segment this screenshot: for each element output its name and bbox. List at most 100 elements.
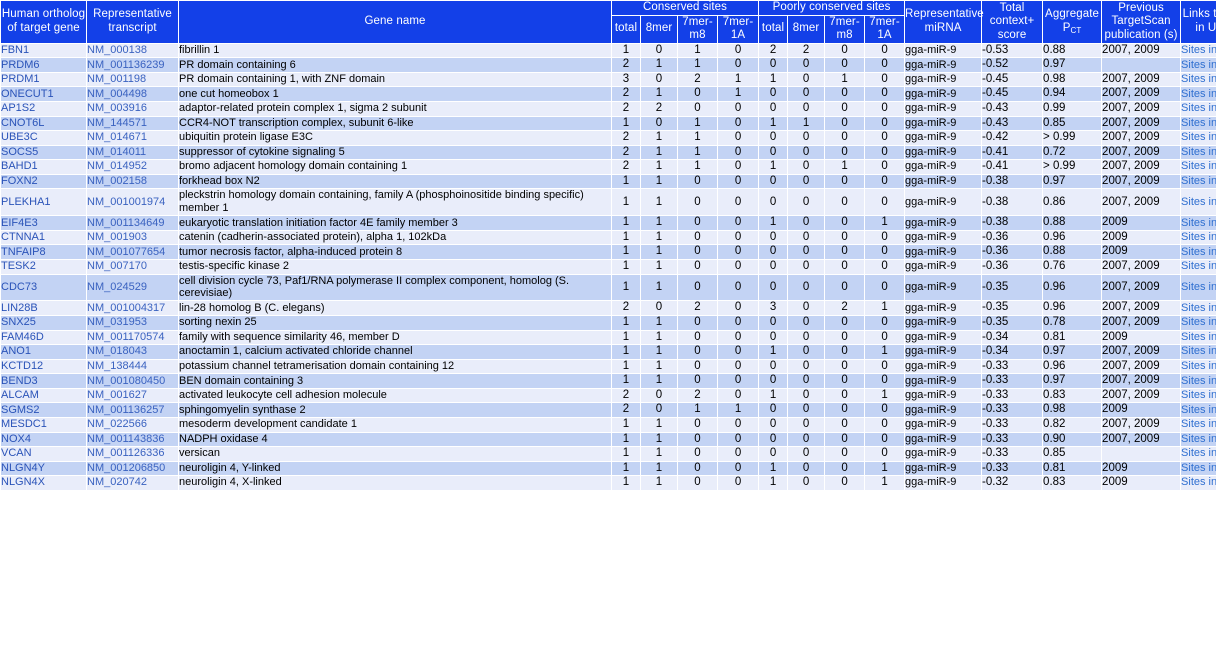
gene-symbol-label[interactable]: SOCS5 xyxy=(2,146,39,158)
transcript-accession-link[interactable]: NM_014952 xyxy=(86,159,179,175)
col-aggregate-pct[interactable]: Aggregate PCT xyxy=(1042,0,1103,44)
gene-symbol-label[interactable]: FAM46D xyxy=(2,331,44,343)
sites-in-utr-link[interactable]: Sites in UTR xyxy=(1180,115,1216,132)
sites-in-utr-label[interactable]: Sites in UTR xyxy=(1181,316,1216,328)
gene-symbol-link[interactable]: LIN28B xyxy=(0,300,87,316)
transcript-accession-label[interactable]: NM_001134649 xyxy=(88,217,165,229)
transcript-accession-link[interactable]: NM_144571 xyxy=(86,115,179,132)
sites-in-utr-label[interactable]: Sites in UTR xyxy=(1181,175,1216,187)
transcript-accession-label[interactable]: NM_001077654 xyxy=(88,246,166,258)
sites-in-utr-link[interactable]: Sites in UTR xyxy=(1180,244,1216,260)
sites-in-utr-link[interactable]: Sites in UTR xyxy=(1180,159,1216,175)
sites-in-utr-label[interactable]: Sites in UTR xyxy=(1181,231,1216,243)
gene-symbol-link[interactable]: FAM46D xyxy=(0,329,87,346)
col-human-ortholog[interactable]: Human ortholog of target gene xyxy=(0,0,87,44)
sites-in-utr-label[interactable]: Sites in UTR xyxy=(1181,281,1216,293)
gene-symbol-label[interactable]: CNOT6L xyxy=(2,117,45,129)
transcript-accession-label[interactable]: NM_001627 xyxy=(88,389,147,401)
col-representative-transcript[interactable]: Representative transcript xyxy=(86,0,179,44)
gene-symbol-link[interactable]: CTNNA1 xyxy=(0,229,87,246)
gene-symbol-link[interactable]: UBE3C xyxy=(0,130,87,146)
transcript-accession-link[interactable]: NM_024529 xyxy=(86,273,179,302)
gene-symbol-label[interactable]: TNFAIP8 xyxy=(2,246,46,258)
sites-in-utr-link[interactable]: Sites in UTR xyxy=(1180,446,1216,462)
transcript-accession-label[interactable]: NM_014011 xyxy=(88,146,147,158)
transcript-accession-label[interactable]: NM_007170 xyxy=(88,260,147,272)
gene-symbol-label[interactable]: PLEKHA1 xyxy=(2,196,51,208)
gene-symbol-link[interactable]: TESK2 xyxy=(0,258,87,275)
sites-in-utr-label[interactable]: Sites in UTR xyxy=(1181,196,1216,208)
gene-symbol-label[interactable]: CDC73 xyxy=(2,281,38,293)
transcript-accession-link[interactable]: NM_001198 xyxy=(86,71,179,88)
transcript-accession-link[interactable]: NM_001206850 xyxy=(86,460,179,477)
sites-in-utr-link[interactable]: Sites in UTR xyxy=(1180,188,1216,217)
sites-in-utr-link[interactable]: Sites in UTR xyxy=(1180,475,1216,491)
transcript-accession-label[interactable]: NM_022566 xyxy=(88,418,147,430)
transcript-accession-link[interactable]: NM_001001974 xyxy=(86,188,179,217)
gene-symbol-link[interactable]: SOCS5 xyxy=(0,144,87,161)
transcript-accession-link[interactable]: NM_002158 xyxy=(86,173,179,190)
gene-symbol-label[interactable]: SNX25 xyxy=(2,316,36,328)
sites-in-utr-link[interactable]: Sites in UTR xyxy=(1180,460,1216,477)
gene-symbol-link[interactable]: CNOT6L xyxy=(0,115,87,132)
col-previous-publication[interactable]: Previous TargetScan publication (s) xyxy=(1101,0,1182,44)
transcript-accession-link[interactable]: NM_001077654 xyxy=(86,244,179,260)
sites-in-utr-label[interactable]: Sites in UTR xyxy=(1181,389,1216,401)
transcript-accession-link[interactable]: NM_138444 xyxy=(86,358,179,375)
col-gene-name[interactable]: Gene name xyxy=(178,0,612,44)
sites-in-utr-link[interactable]: Sites in UTR xyxy=(1180,329,1216,346)
transcript-accession-link[interactable]: NM_007170 xyxy=(86,258,179,275)
gene-symbol-label[interactable]: MESDC1 xyxy=(2,418,47,430)
col-poorly-conserved-7mer-1a[interactable]: 7mer-1A xyxy=(864,14,906,44)
transcript-accession-label[interactable]: NM_001136239 xyxy=(88,59,165,71)
col-poorly-conserved-8mer[interactable]: 8mer xyxy=(787,14,826,44)
sites-in-utr-link[interactable]: Sites in UTR xyxy=(1180,229,1216,246)
transcript-accession-label[interactable]: NM_001126336 xyxy=(88,448,165,460)
sites-in-utr-link[interactable]: Sites in UTR xyxy=(1180,86,1216,102)
sites-in-utr-label[interactable]: Sites in UTR xyxy=(1181,260,1216,272)
sites-in-utr-link[interactable]: Sites in UTR xyxy=(1180,71,1216,88)
sites-in-utr-link[interactable]: Sites in UTR xyxy=(1180,358,1216,375)
col-total-context-score[interactable]: Total context+ score xyxy=(981,0,1044,44)
sites-in-utr-label[interactable]: Sites in UTR xyxy=(1181,88,1216,100)
sites-in-utr-link[interactable]: Sites in UTR xyxy=(1180,373,1216,389)
sites-in-utr-label[interactable]: Sites in UTR xyxy=(1181,418,1216,430)
gene-symbol-link[interactable]: PLEKHA1 xyxy=(0,188,87,217)
col-poorly-conserved-7mer-m8[interactable]: 7mer-m8 xyxy=(824,14,866,44)
gene-symbol-label[interactable]: BEND3 xyxy=(2,375,38,387)
sites-in-utr-link[interactable]: Sites in UTR xyxy=(1180,215,1216,231)
sites-in-utr-label[interactable]: Sites in UTR xyxy=(1181,404,1216,416)
sites-in-utr-label[interactable]: Sites in UTR xyxy=(1181,462,1216,474)
sites-in-utr-label[interactable]: Sites in UTR xyxy=(1181,59,1216,71)
transcript-accession-label[interactable]: NM_001206850 xyxy=(88,462,166,474)
transcript-accession-label[interactable]: NM_001080450 xyxy=(88,375,166,387)
gene-symbol-label[interactable]: PRDM6 xyxy=(2,59,40,71)
gene-symbol-link[interactable]: ALCAM xyxy=(0,387,87,404)
transcript-accession-link[interactable]: NM_014671 xyxy=(86,130,179,146)
gene-symbol-label[interactable]: FOXN2 xyxy=(2,175,38,187)
transcript-accession-label[interactable]: NM_001143836 xyxy=(88,433,165,445)
gene-symbol-link[interactable]: BAHD1 xyxy=(0,159,87,175)
gene-symbol-label[interactable]: NLGN4Y xyxy=(2,462,46,474)
gene-symbol-link[interactable]: MESDC1 xyxy=(0,416,87,433)
sites-in-utr-label[interactable]: Sites in UTR xyxy=(1181,447,1216,459)
sites-in-utr-link[interactable]: Sites in UTR xyxy=(1180,300,1216,316)
transcript-accession-label[interactable]: NM_002158 xyxy=(88,175,147,187)
sites-in-utr-link[interactable]: Sites in UTR xyxy=(1180,344,1216,360)
sites-in-utr-link[interactable]: Sites in UTR xyxy=(1180,402,1216,418)
sites-in-utr-label[interactable]: Sites in UTR xyxy=(1181,117,1216,129)
transcript-accession-link[interactable]: NM_001134649 xyxy=(86,215,179,231)
transcript-accession-link[interactable]: NM_001004317 xyxy=(86,300,179,316)
transcript-accession-label[interactable]: NM_001004317 xyxy=(88,302,166,314)
transcript-accession-link[interactable]: NM_022566 xyxy=(86,416,179,433)
gene-symbol-label[interactable]: FBN1 xyxy=(2,44,30,56)
gene-symbol-link[interactable]: SGMS2 xyxy=(0,402,87,418)
transcript-accession-label[interactable]: NM_014952 xyxy=(88,161,147,173)
gene-symbol-label[interactable]: NOX4 xyxy=(2,433,31,445)
transcript-accession-link[interactable]: NM_001136257 xyxy=(86,402,179,418)
transcript-accession-label[interactable]: NM_001170574 xyxy=(88,331,165,343)
sites-in-utr-link[interactable]: Sites in UTR xyxy=(1180,144,1216,161)
sites-in-utr-label[interactable]: Sites in UTR xyxy=(1181,217,1216,229)
sites-in-utr-label[interactable]: Sites in UTR xyxy=(1181,360,1216,372)
sites-in-utr-label[interactable]: Sites in UTR xyxy=(1181,44,1216,56)
